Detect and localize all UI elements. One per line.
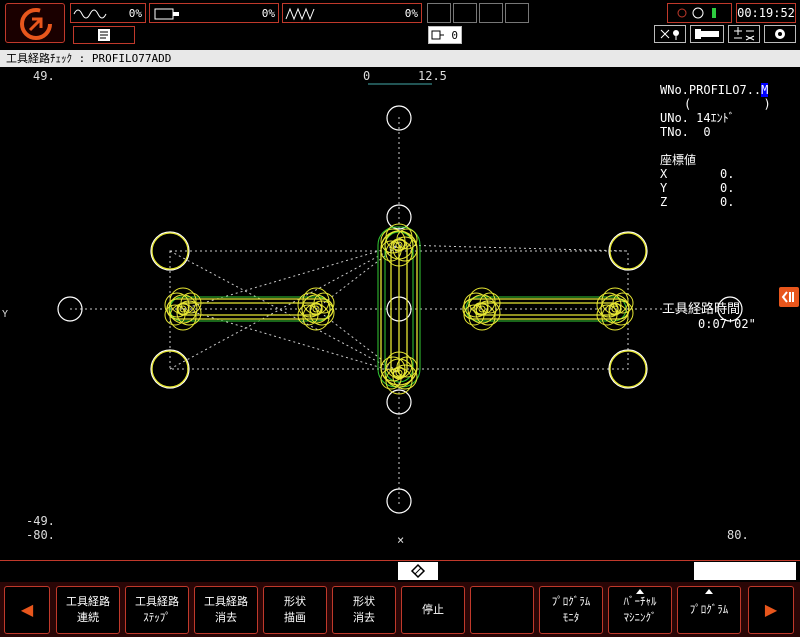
machine-status	[667, 3, 732, 23]
feed-load-meter: 0%	[149, 3, 279, 23]
softkey-line-1: 工具経路	[135, 595, 179, 608]
wave-icon	[73, 9, 107, 19]
softkey-line-2: 連続	[77, 611, 99, 624]
home-icon	[20, 8, 52, 40]
caret-up-icon	[705, 589, 713, 594]
caret-up-icon	[636, 589, 644, 594]
message-field	[694, 562, 796, 580]
arrow-right-icon: ▶	[764, 600, 778, 619]
home-button[interactable]	[5, 3, 65, 43]
status-slot-3	[479, 3, 503, 23]
panel-toggle-icon	[781, 291, 794, 303]
softkey-line-2: 消去	[353, 611, 375, 624]
softkey-bar: ◀ 工具経路連続 工具経路 ｽﾃｯﾌﾟ 工具経路消去 形状描画 形状消去 停止 ﾌ…	[0, 582, 800, 637]
softkey-line-2: ｽﾃｯﾌﾟ	[143, 611, 171, 624]
spindle-load-value: 0%	[128, 7, 142, 20]
toolpath-view[interactable]: 49. 0 12.5 Y -49. -80. × 80. WNo.PROFILO…	[0, 67, 800, 559]
softkey-line-1: ﾌﾟﾛｸﾞﾗﾑ	[551, 595, 591, 608]
coord-z-value: 0.	[720, 195, 735, 209]
coord-y-axis: Y	[660, 181, 668, 195]
spindle-load-meter: 0%	[70, 3, 146, 23]
workpiece-number-text: WNo.PROFILO7..	[660, 83, 762, 97]
softkey-shape-draw[interactable]: 形状 描画	[263, 586, 327, 634]
arrow-left-icon: ◀	[20, 600, 34, 619]
drawing-mode-button[interactable]	[398, 562, 438, 580]
tool-change-icon	[431, 30, 444, 40]
softkey-shape-erase[interactable]: 形状 消去	[332, 586, 396, 634]
axis-load-value: 0%	[404, 7, 418, 20]
softkey-line-1: ﾌﾟﾛｸﾞﾗﾑ	[689, 603, 729, 616]
softkey-line-1: 工具経路	[204, 595, 248, 608]
softkey-line-1: 形状	[353, 595, 375, 608]
softkey-program-monitor[interactable]: ﾌﾟﾛｸﾞﾗﾑ ﾓﾆﾀ	[539, 586, 603, 634]
coord-x-axis: X	[660, 167, 668, 181]
calculator-icon[interactable]	[728, 25, 760, 43]
coord-y-value: 0.	[720, 181, 735, 195]
coordinate-title: 座標値	[660, 153, 697, 167]
zigzag-icon	[285, 7, 315, 21]
softkey-stop[interactable]: 停止	[401, 586, 465, 634]
motor-icon	[154, 8, 179, 20]
path-time-value: 0:07'02"	[698, 317, 756, 331]
softkey-line-2: ﾓﾆﾀ	[562, 611, 580, 624]
softkey-path-erase[interactable]: 工具経路 消去	[194, 586, 258, 634]
status-bar: 0% 0% 0% 0 00:19:52	[0, 0, 800, 48]
gear-icon[interactable]	[764, 25, 796, 43]
feed-load-value: 0%	[261, 7, 275, 20]
document-icon	[98, 29, 110, 41]
status-slot-4	[505, 3, 529, 23]
softkey-path-step[interactable]: 工具経路 ｽﾃｯﾌﾟ	[125, 586, 189, 634]
softkey-line-1: ﾊﾞｰﾁｬﾙ	[623, 595, 657, 608]
softkey-program[interactable]: ﾌﾟﾛｸﾞﾗﾑ	[677, 586, 741, 634]
softkey-line-2: 描画	[284, 611, 306, 624]
tool-counter: 0	[428, 26, 462, 44]
tool-number: TNo. 0	[660, 125, 711, 139]
status-slot-2	[453, 3, 477, 23]
softkey-line-1: 工具経路	[66, 595, 110, 608]
coord-z-axis: Z	[660, 195, 668, 209]
softkey-line-1: 停止	[422, 603, 444, 616]
message-strip	[0, 560, 800, 580]
coord-x-value: 0.	[720, 167, 735, 181]
path-time-label: 工具経路時間	[662, 302, 741, 317]
program-mode-button[interactable]	[73, 26, 135, 44]
status-slot-1	[427, 3, 451, 23]
axis-load-meter: 0%	[282, 3, 422, 23]
softkey-line-2: 消去	[215, 611, 237, 624]
map-pin-icon[interactable]	[654, 25, 686, 43]
prev-page-button[interactable]: ◀	[4, 586, 50, 634]
workpiece-suffix: M	[761, 83, 769, 97]
softkey-line-1: 形状	[284, 595, 306, 608]
next-page-button[interactable]: ▶	[748, 586, 794, 634]
workpiece-comment: ( )	[684, 97, 771, 111]
workpiece-number: WNo.PROFILO7..M	[660, 83, 769, 97]
softkey-virtual-machining[interactable]: ﾊﾞｰﾁｬﾙ ﾏｼﾆﾝｸﾞ	[608, 586, 672, 634]
softkey-path-continuous[interactable]: 工具経路 連続	[56, 586, 120, 634]
eraser-icon	[410, 563, 426, 579]
side-panel-tab[interactable]	[779, 287, 799, 307]
wrench-icon[interactable]	[690, 25, 724, 43]
status-icons	[677, 7, 716, 19]
softkey-empty[interactable]	[470, 586, 534, 634]
clock: 00:19:52	[736, 3, 796, 23]
softkey-line-2: ﾏｼﾆﾝｸﾞ	[623, 611, 657, 624]
page-title: 工具経路ﾁｪｯｸ : PROFILO77ADD	[0, 50, 800, 67]
tool-counter-value: 0	[451, 29, 458, 42]
unit-number: UNo. 14ｴﾝﾄﾞ	[660, 111, 735, 125]
